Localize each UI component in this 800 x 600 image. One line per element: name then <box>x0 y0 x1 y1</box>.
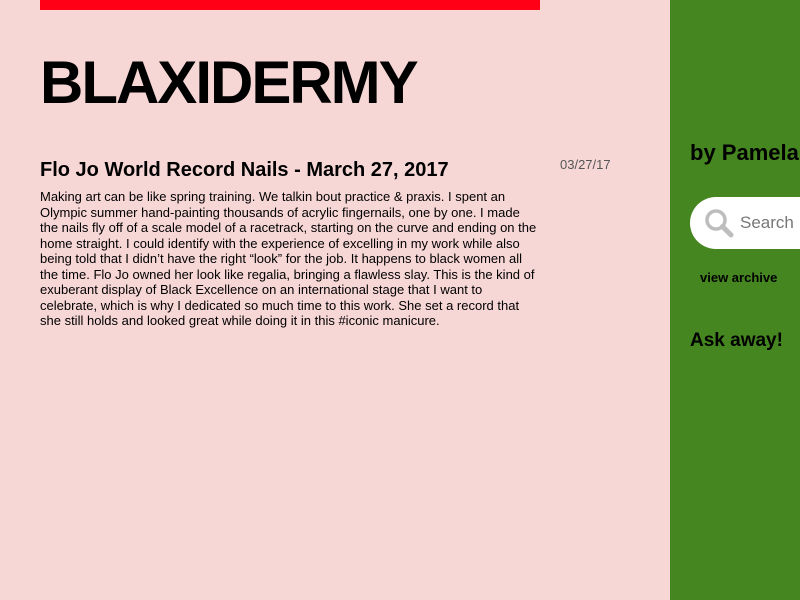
sidebar: by Pamela view archive Ask away! <box>670 0 800 600</box>
post-title[interactable]: Flo Jo World Record Nails - March 27, 20… <box>40 158 540 182</box>
post-body: Making art can be like spring training. … <box>40 189 537 328</box>
search-icon[interactable] <box>702 206 736 240</box>
search-input[interactable] <box>740 213 800 233</box>
post: Flo Jo World Record Nails - March 27, 20… <box>40 158 540 329</box>
post-date[interactable]: 03/27/17 <box>560 157 611 172</box>
ask-away-link[interactable]: Ask away! <box>690 330 783 352</box>
author-byline: by Pamela <box>690 140 799 165</box>
search-box[interactable] <box>690 197 800 249</box>
accent-bar <box>40 0 540 10</box>
view-archive-link[interactable]: view archive <box>700 270 777 285</box>
blog-title: BLAXIDERMY <box>40 49 419 116</box>
